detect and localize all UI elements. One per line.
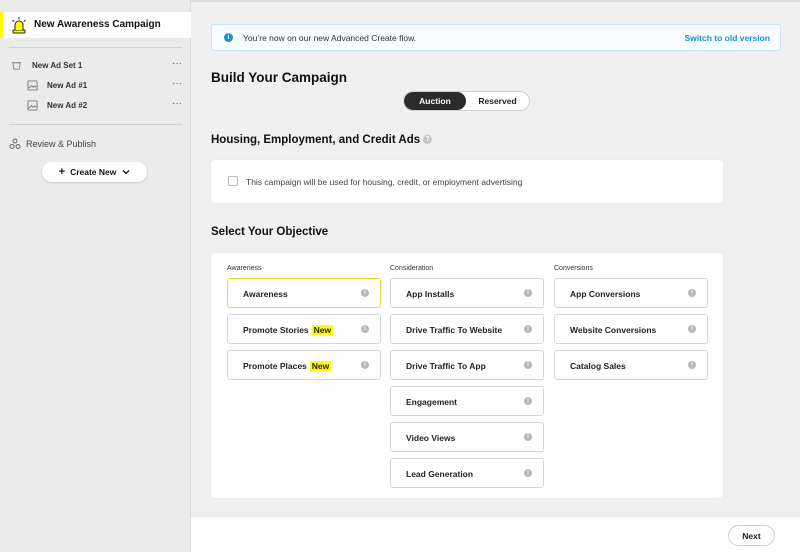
objective-card: Awareness Awareness i Promote Stories New… — [211, 253, 723, 498]
info-icon[interactable]: i — [524, 325, 532, 333]
objective-label: Catalog Sales — [570, 361, 626, 371]
objective-drive-traffic-website[interactable]: Drive Traffic To Website i — [390, 314, 544, 344]
objective-engagement[interactable]: Engagement i — [390, 386, 544, 416]
objective-website-conversions[interactable]: Website Conversions i — [554, 314, 708, 344]
objective-catalog-sales[interactable]: Catalog Sales i — [554, 350, 708, 380]
housing-title-text: Housing, Employment, and Credit Ads — [211, 134, 421, 146]
info-icon[interactable]: i — [524, 469, 532, 477]
objective-awareness[interactable]: Awareness i — [227, 278, 381, 308]
info-icon[interactable]: i — [361, 289, 369, 297]
ad-set-more-icon[interactable]: ··· — [172, 58, 182, 69]
objective-label: App Conversions — [570, 289, 641, 299]
info-icon[interactable]: i — [688, 325, 696, 333]
objective-app-installs[interactable]: App Installs i — [390, 278, 544, 308]
objective-app-conversions[interactable]: App Conversions i — [554, 278, 708, 308]
info-icon[interactable]: i — [361, 361, 369, 369]
objective-promote-stories[interactable]: Promote Stories New i — [227, 314, 381, 344]
info-icon[interactable]: i — [361, 325, 369, 333]
ad-set-label: New Ad Set 1 — [32, 61, 83, 70]
housing-checkbox[interactable] — [228, 176, 238, 186]
info-icon[interactable]: i — [524, 397, 532, 405]
new-badge: New — [309, 361, 332, 371]
toggle-auction[interactable]: Auction — [404, 92, 466, 110]
objective-label-text: Promote Stories — [243, 325, 309, 335]
objective-lead-generation[interactable]: Lead Generation i — [390, 458, 544, 488]
objective-label: App Installs — [406, 289, 455, 299]
sidebar-campaign-item[interactable]: New Awareness Campaign — [0, 12, 191, 38]
objective-label: Promote Places New — [243, 361, 332, 371]
objective-drive-traffic-app[interactable]: Drive Traffic To App i — [390, 350, 544, 380]
next-button[interactable]: Next — [728, 525, 775, 546]
objective-label: Video Views — [406, 433, 456, 443]
objective-video-views[interactable]: Video Views i — [390, 422, 544, 452]
sidebar-divider — [9, 124, 182, 125]
new-flow-notice: i You’re now on our new Advanced Create … — [211, 24, 781, 51]
plus-icon: + — [58, 166, 66, 178]
sidebar: New Awareness Campaign New Ad Set 1 ··· … — [0, 0, 191, 552]
objective-promote-places[interactable]: Promote Places New i — [227, 350, 381, 380]
housing-section-title: Housing, Employment, and Credit Ads? — [211, 134, 433, 146]
objective-label: Promote Stories New — [243, 325, 334, 335]
image-ad-icon — [27, 80, 38, 91]
ad-label: New Ad #2 — [47, 101, 88, 110]
housing-checkbox-label: This campaign will be used for housing, … — [246, 177, 523, 187]
review-publish-icon — [9, 138, 21, 149]
ad-set-icon — [11, 62, 22, 70]
column-heading-awareness: Awareness — [227, 265, 262, 272]
sidebar-review-publish[interactable]: Review & Publish — [9, 137, 96, 151]
buying-type-toggle: Auction Reserved — [403, 91, 530, 111]
objective-label: Awareness — [243, 289, 288, 299]
column-heading-conversions: Conversions — [554, 265, 593, 272]
info-icon[interactable]: i — [524, 361, 532, 369]
objective-label: Drive Traffic To App — [406, 361, 486, 371]
ad-more-icon[interactable]: ··· — [172, 98, 182, 109]
sidebar-divider — [9, 47, 182, 48]
new-badge: New — [311, 325, 334, 335]
ad-more-icon[interactable]: ··· — [172, 78, 182, 89]
ad-label: New Ad #1 — [47, 81, 88, 90]
objective-label-text: Promote Places — [243, 361, 307, 371]
page-title: Build Your Campaign — [211, 70, 348, 85]
housing-card: This campaign will be used for housing, … — [211, 160, 723, 203]
image-ad-icon — [27, 100, 38, 111]
info-icon[interactable]: i — [524, 433, 532, 441]
chevron-down-icon — [122, 170, 130, 175]
campaign-label: New Awareness Campaign — [34, 19, 161, 30]
objective-label: Website Conversions — [570, 325, 657, 335]
active-indicator — [0, 12, 3, 38]
top-border — [191, 0, 800, 2]
sidebar-ad-row[interactable]: New Ad #1 ··· — [0, 78, 191, 94]
campaign-siren-icon — [12, 17, 26, 34]
objective-label: Lead Generation — [406, 469, 474, 479]
create-new-label: Create New — [70, 167, 117, 177]
objective-label: Drive Traffic To Website — [406, 325, 503, 335]
info-icon[interactable]: i — [688, 289, 696, 297]
sidebar-ad-set-row[interactable]: New Ad Set 1 ··· — [0, 58, 191, 74]
info-icon[interactable]: i — [524, 289, 532, 297]
info-icon[interactable]: i — [688, 361, 696, 369]
column-heading-consideration: Consideration — [390, 265, 434, 272]
review-publish-label: Review & Publish — [26, 139, 97, 149]
info-icon: i — [224, 33, 233, 42]
sidebar-ad-row[interactable]: New Ad #2 ··· — [0, 98, 191, 114]
notice-text: You’re now on our new Advanced Create fl… — [243, 33, 417, 43]
question-icon[interactable]: ? — [423, 135, 433, 145]
toggle-reserved[interactable]: Reserved — [466, 92, 529, 110]
objective-label: Engagement — [406, 397, 458, 407]
footer-bar: Next — [191, 516, 800, 552]
switch-old-version-link[interactable]: Switch to old version — [685, 33, 770, 43]
objective-section-title: Select Your Objective — [211, 226, 329, 238]
create-new-button[interactable]: + Create New — [42, 162, 147, 182]
